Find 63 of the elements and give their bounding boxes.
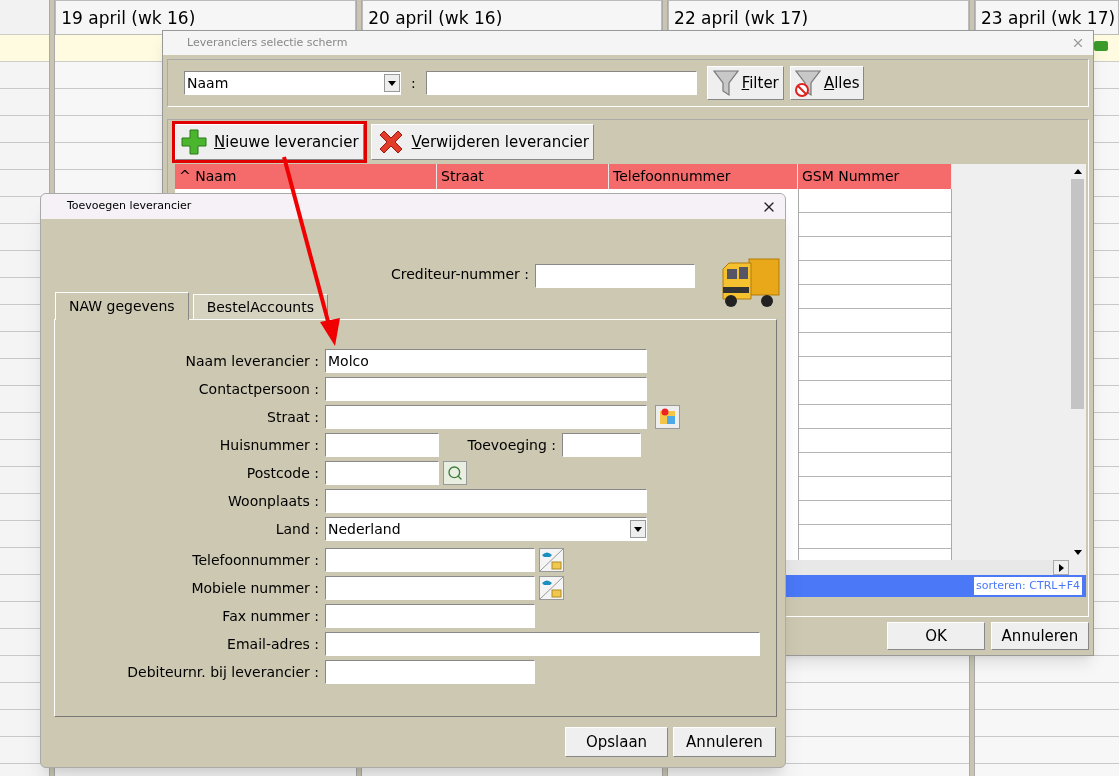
field-label: Fax nummer : [221, 606, 320, 626]
cancel-button[interactable]: Annuleren [673, 727, 776, 757]
input-field[interactable] [325, 433, 439, 457]
field-label: Email-adres : [226, 634, 320, 654]
cancel-button[interactable]: Annuleren [991, 622, 1089, 650]
caret-icon [634, 526, 642, 532]
dialog-title: Toevoegen leverancier [67, 198, 192, 215]
field-label: Toevoeging : [466, 435, 557, 455]
input-field[interactable] [325, 576, 535, 600]
field-label: Postcode : [245, 463, 320, 483]
input-field[interactable] [325, 461, 439, 485]
country-select[interactable]: Nederland [325, 517, 647, 541]
column-header[interactable]: Telefoonnummer [609, 164, 798, 189]
column-header[interactable]: ^ Naam [175, 164, 437, 189]
field-label: Contactpersoon : [197, 379, 320, 399]
separator-colon: : [410, 73, 417, 93]
right-arrow-icon [1058, 563, 1064, 572]
field-label: Woonplaats : [227, 491, 320, 511]
caret-icon [388, 80, 396, 86]
truck-icon [1094, 41, 1108, 51]
field-label: Huisnummer : [218, 435, 320, 455]
tab[interactable]: NAW gegevens [55, 292, 189, 320]
input-field[interactable] [325, 660, 535, 684]
input-field[interactable] [325, 489, 647, 513]
field-label: Straat : [266, 407, 320, 427]
phone-mail-icon[interactable] [539, 576, 564, 600]
funnel-icon [711, 68, 740, 98]
tab[interactable]: BestelAccounts [192, 294, 328, 319]
scroll-right-button[interactable] [1053, 560, 1069, 575]
field-label: Mobiele nummer : [190, 578, 320, 598]
country-select[interactable]: Naam [184, 71, 401, 95]
search-icon[interactable] [443, 461, 467, 485]
input-field[interactable] [562, 433, 641, 457]
phone-mail-icon[interactable] [539, 548, 564, 572]
new-supplier-button[interactable]: Nieuwe leverancier [175, 124, 364, 160]
window-title: Leveranciers selectie scherm [187, 34, 348, 51]
input-field[interactable] [325, 405, 647, 429]
column-header[interactable]: Straat [437, 164, 609, 189]
delete-supplier-button[interactable]: Verwijderen leverancier [370, 124, 594, 160]
scroll-up-icon[interactable] [1073, 169, 1082, 174]
ok-button[interactable]: OK [887, 622, 985, 650]
scrollbar-thumb[interactable] [1071, 179, 1084, 409]
input-field[interactable]: Molco [325, 349, 647, 373]
funnel-no-icon [793, 68, 822, 98]
column-header[interactable]: GSM Nummer [798, 164, 952, 189]
plus-icon [180, 128, 208, 156]
input-field[interactable] [325, 632, 760, 656]
scroll-down-icon[interactable] [1073, 550, 1082, 555]
sort-hint: sorteren: CTRL+F4 [973, 576, 1083, 596]
filter-button[interactable]: Filter [706, 66, 784, 100]
input-field[interactable] [325, 548, 535, 572]
input-field[interactable] [325, 604, 535, 628]
input-field[interactable] [425, 71, 697, 95]
field-label: Naam leverancier : [184, 351, 320, 371]
save-button[interactable]: Opslaan [565, 727, 668, 757]
show-all-button[interactable]: Alles [789, 66, 864, 100]
input-field[interactable] [535, 264, 695, 288]
input-field[interactable] [325, 377, 647, 401]
field-label: Telefoonnummer : [191, 550, 320, 570]
field-label: Debiteurnr. bij leverancier : [126, 662, 320, 682]
map-pin-icon[interactable] [655, 405, 680, 429]
field-label: Land : [274, 519, 320, 539]
field-label: Crediteur-nummer : [390, 265, 529, 284]
